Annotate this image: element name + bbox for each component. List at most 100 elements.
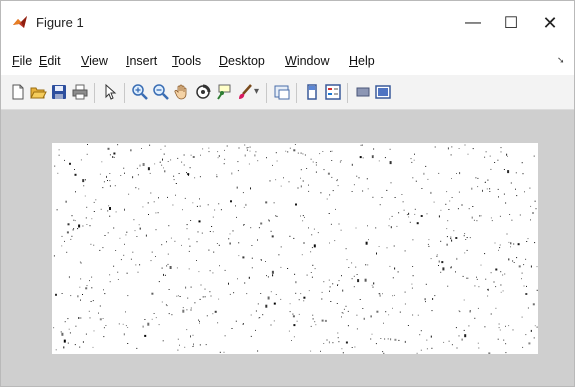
noise-dot — [113, 152, 116, 155]
noise-dot — [164, 170, 166, 173]
noise-dot — [118, 323, 120, 325]
pointer-icon[interactable] — [101, 83, 119, 101]
noise-dot — [534, 242, 536, 244]
noise-dot — [379, 204, 381, 206]
noise-dot — [113, 156, 115, 158]
noise-dot — [367, 264, 369, 266]
noise-dot — [103, 181, 105, 183]
noise-dot — [82, 179, 85, 183]
zoom-in-icon[interactable] — [131, 83, 149, 101]
toolbar-separator — [296, 83, 297, 103]
noise-dot — [115, 250, 117, 251]
noise-dot — [497, 338, 499, 340]
new-figure-icon[interactable] — [9, 83, 27, 101]
noise-dot — [207, 204, 209, 206]
noise-dot — [166, 265, 168, 267]
noise-dot — [153, 313, 155, 314]
noise-dot — [482, 189, 483, 192]
noise-dot — [516, 195, 518, 197]
noise-dot — [199, 205, 201, 207]
noise-dot — [228, 238, 230, 240]
legend-icon[interactable] — [324, 83, 342, 101]
brush-dropdown-icon[interactable]: ▾ — [254, 85, 262, 103]
noise-dot — [167, 196, 168, 198]
noise-dot — [410, 158, 412, 160]
menu-file[interactable]: File — [12, 54, 32, 68]
noise-dot — [134, 230, 136, 232]
menu-view[interactable]: View — [81, 54, 108, 68]
noise-dot — [447, 285, 449, 287]
print-icon[interactable] — [71, 83, 89, 101]
noise-dot — [311, 247, 313, 249]
noise-dot — [242, 256, 245, 259]
noise-dot — [530, 219, 531, 221]
noise-dot — [86, 206, 88, 208]
hide-plot-tools-icon[interactable] — [354, 83, 372, 101]
menu-edit[interactable]: Edit — [39, 54, 61, 68]
noise-dot — [383, 352, 385, 355]
maximize-button[interactable]: ☐ — [491, 9, 531, 37]
noise-dot — [265, 201, 268, 204]
noise-dot — [499, 244, 501, 246]
show-plot-tools-icon[interactable] — [374, 83, 392, 101]
noise-dot — [367, 188, 369, 190]
menu-bar: File Edit View Insert Tools Desktop Wind… — [1, 45, 574, 75]
noise-dot — [93, 201, 95, 203]
noise-dot — [77, 228, 79, 230]
data-cursor-icon[interactable] — [215, 83, 233, 101]
noise-dot — [292, 313, 294, 315]
noise-dot — [67, 223, 70, 226]
noise-dot — [138, 188, 140, 190]
noise-dot — [199, 198, 200, 200]
noise-dot — [430, 258, 432, 260]
zoom-out-icon[interactable] — [152, 83, 170, 101]
noise-dot — [61, 245, 63, 247]
rotate-3d-icon[interactable] — [194, 83, 212, 101]
noise-dot — [504, 273, 506, 275]
noise-dot — [446, 236, 448, 238]
image-axes[interactable] — [52, 143, 538, 356]
noise-dot — [477, 307, 479, 309]
noise-dot — [507, 155, 508, 157]
noise-dot — [313, 244, 316, 248]
noise-dot — [384, 157, 386, 159]
noise-dot — [70, 238, 72, 240]
noise-dot — [379, 294, 381, 297]
noise-dot — [456, 173, 457, 174]
title-bar[interactable]: Figure 1 — ☐ ✕ — [1, 1, 574, 45]
close-button[interactable]: ✕ — [530, 9, 570, 37]
link-plot-icon[interactable] — [273, 83, 291, 101]
noise-dot — [244, 282, 246, 284]
noise-dot — [308, 184, 309, 186]
noise-dot — [294, 273, 296, 275]
menubar-overflow-icon[interactable]: ➘ — [557, 55, 565, 66]
pan-hand-icon[interactable] — [173, 83, 191, 101]
menu-insert[interactable]: Insert — [126, 54, 157, 68]
noise-dot — [321, 319, 324, 322]
noise-dot — [310, 272, 312, 273]
noise-dot — [321, 291, 323, 293]
menu-tools[interactable]: Tools — [172, 54, 201, 68]
noise-dot — [237, 161, 239, 163]
noise-dot — [84, 195, 86, 197]
noise-dot — [169, 266, 172, 269]
menu-window[interactable]: Window — [285, 54, 329, 68]
noise-dot — [474, 285, 476, 287]
noise-dot — [404, 340, 406, 343]
open-file-icon[interactable] — [29, 83, 47, 101]
menu-help[interactable]: Help — [349, 54, 375, 68]
brush-icon[interactable] — [236, 83, 254, 101]
save-icon[interactable] — [50, 83, 68, 101]
colorbar-icon[interactable] — [303, 83, 321, 101]
noise-dot — [464, 144, 466, 146]
minimize-button[interactable]: — — [453, 9, 493, 37]
noise-dot — [90, 301, 92, 302]
noise-dot — [486, 188, 488, 190]
menu-desktop[interactable]: Desktop — [219, 54, 265, 68]
noise-dot — [402, 201, 404, 203]
figure-canvas[interactable] — [1, 110, 574, 386]
noise-dot — [212, 272, 214, 274]
noise-dot — [204, 288, 206, 290]
noise-dot — [471, 216, 473, 219]
noise-dot — [440, 240, 442, 242]
